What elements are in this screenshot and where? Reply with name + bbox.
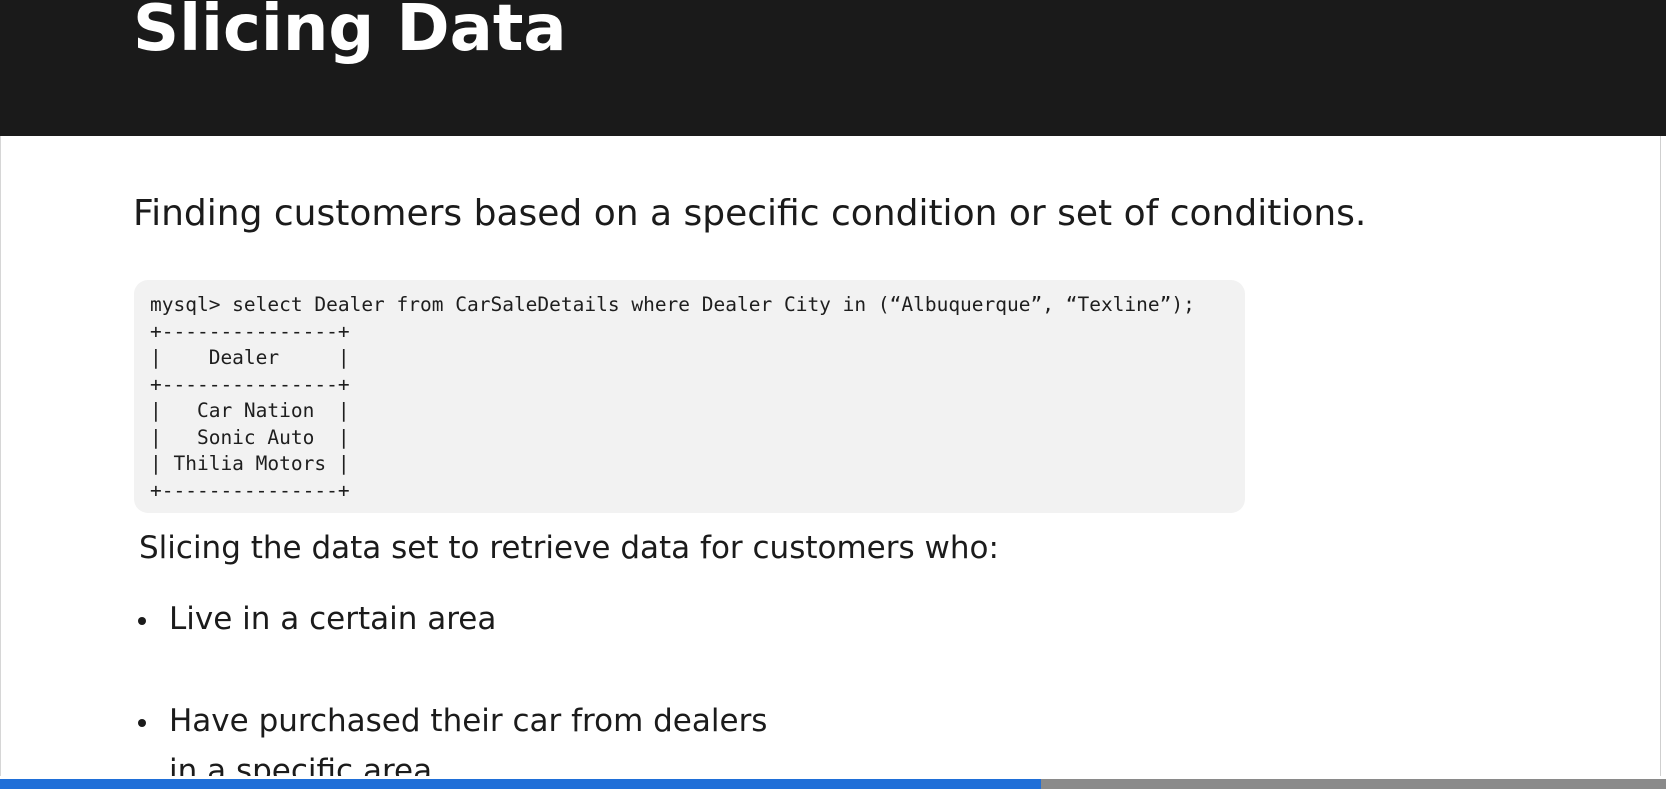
slide: Slicing Data Finding customers based on … <box>0 0 1666 789</box>
sql-code-block: mysql> select Dealer from CarSaleDetails… <box>134 280 1245 513</box>
code-line: | Car Nation | <box>150 399 350 422</box>
bullet-item: Live in a certain area <box>134 594 767 644</box>
intro-text: Finding customers based on a specific co… <box>133 193 1367 234</box>
slide-title: Slicing Data <box>133 0 567 66</box>
frame-left-border <box>0 136 1 776</box>
code-line: +---------------+ <box>150 478 350 502</box>
bullet-text: Live in a certain area <box>169 601 497 637</box>
video-progress-bar[interactable] <box>0 779 1666 789</box>
code-line: | Thilia Motors | <box>150 452 350 475</box>
lead-text: Slicing the data set to retrieve data fo… <box>139 530 999 566</box>
bullet-text: Have purchased their car from dealers <box>169 703 768 739</box>
code-line: mysql> select Dealer from CarSaleDetails… <box>150 293 1195 316</box>
code-line: | Sonic Auto | <box>150 425 350 449</box>
bullet-dot-icon <box>138 617 146 625</box>
code-line: +---------------+ <box>150 319 350 343</box>
sql-code: mysql> select Dealer from CarSaleDetails… <box>150 292 1195 504</box>
code-line: +---------------+ <box>150 372 350 396</box>
frame-right-border <box>1660 136 1661 776</box>
video-progress-fill <box>0 779 1042 789</box>
code-line: | Dealer | <box>150 346 350 369</box>
slide-header: Slicing Data <box>0 0 1666 136</box>
bullet-dot-icon <box>138 719 146 727</box>
bullet-list: Live in a certain area Have purchased th… <box>134 594 767 789</box>
